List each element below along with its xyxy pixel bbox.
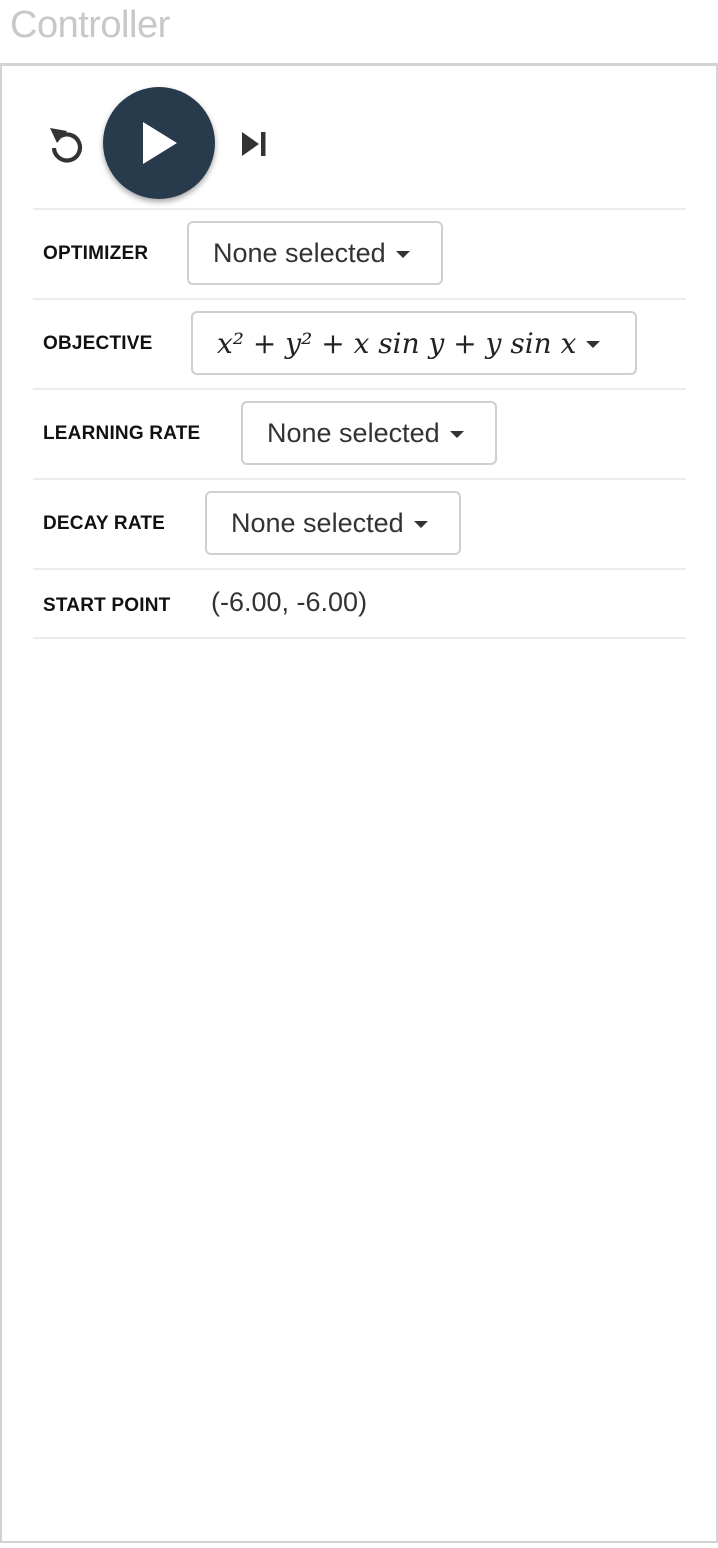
start-point-value: (-6.00, -6.00) bbox=[211, 587, 368, 617]
objective-row: OBJECTIVE x² + y² + x sin y + y sin x bbox=[33, 298, 686, 388]
decay-rate-row: DECAY RATE None selected bbox=[33, 478, 686, 568]
chevron-down-icon bbox=[395, 250, 410, 258]
controller-panel: OPTIMIZER None selected OBJECTIVE x² + y… bbox=[0, 63, 718, 1543]
reset-icon bbox=[50, 128, 83, 163]
start-point-row: START POINT (-6.00, -6.00) bbox=[33, 568, 686, 638]
learning-rate-value: None selected bbox=[267, 417, 440, 448]
learning-rate-dropdown[interactable]: None selected bbox=[241, 401, 497, 465]
play-button[interactable] bbox=[103, 87, 215, 199]
reset-button[interactable] bbox=[42, 120, 90, 168]
chevron-down-icon bbox=[413, 520, 428, 528]
optimizer-label: OPTIMIZER bbox=[43, 243, 149, 264]
step-forward-button[interactable] bbox=[232, 120, 276, 168]
decay-rate-dropdown[interactable]: None selected bbox=[205, 491, 461, 555]
start-point-label: START POINT bbox=[43, 595, 171, 616]
chevron-down-icon bbox=[586, 340, 601, 348]
learning-rate-row: LEARNING RATE None selected bbox=[33, 388, 686, 478]
playback-controls bbox=[2, 66, 716, 211]
objective-value: x² + y² + x sin y + y sin x bbox=[217, 326, 577, 360]
optimizer-value: None selected bbox=[213, 237, 386, 268]
decay-rate-label: DECAY RATE bbox=[43, 513, 166, 534]
optimizer-row: OPTIMIZER None selected bbox=[33, 208, 686, 298]
play-icon bbox=[143, 122, 177, 164]
panel-title: Controller bbox=[10, 4, 170, 46]
objective-dropdown[interactable]: x² + y² + x sin y + y sin x bbox=[191, 311, 637, 375]
objective-label: OBJECTIVE bbox=[43, 333, 153, 354]
step-forward-icon bbox=[242, 132, 266, 156]
divider bbox=[33, 637, 686, 639]
optimizer-dropdown[interactable]: None selected bbox=[187, 221, 443, 285]
chevron-down-icon bbox=[449, 430, 464, 438]
decay-rate-value: None selected bbox=[231, 507, 404, 538]
learning-rate-label: LEARNING RATE bbox=[43, 423, 201, 444]
